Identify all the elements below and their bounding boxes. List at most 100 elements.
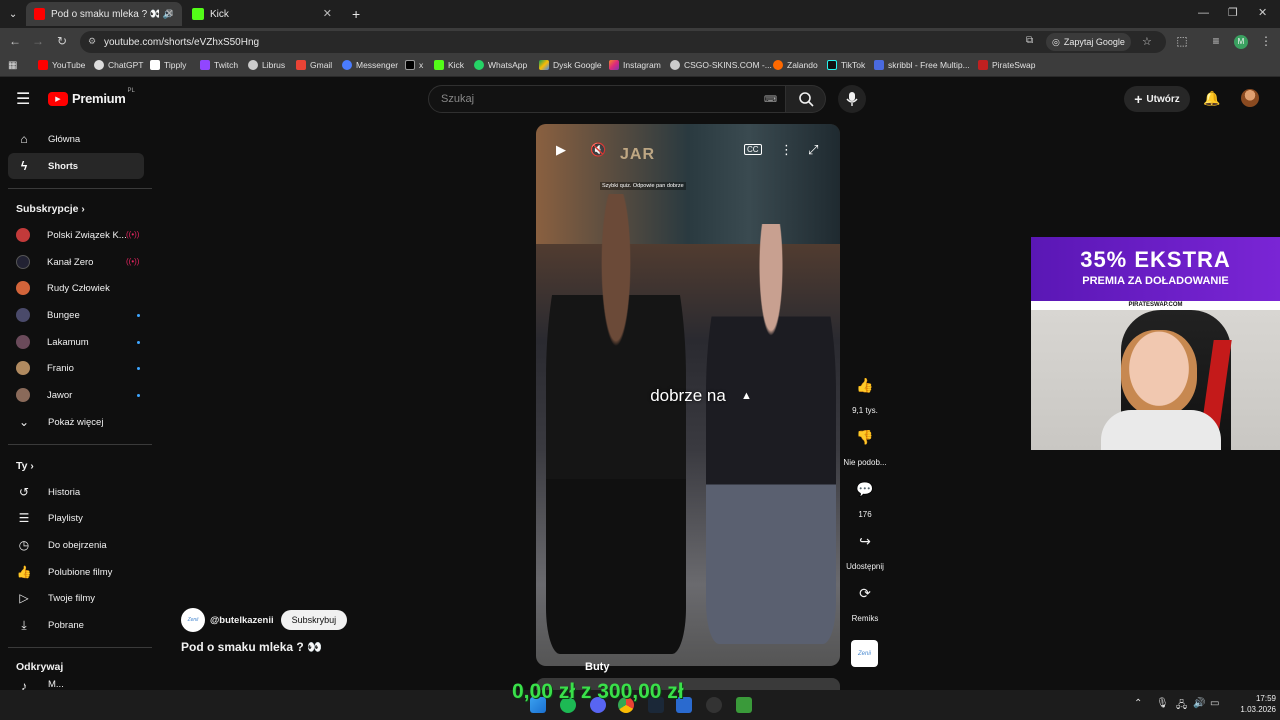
menu-dots-icon[interactable]: ⋮ — [1258, 34, 1274, 48]
bookmark-pirateswap[interactable]: PirateSwap — [978, 60, 1035, 70]
instagram-icon — [609, 60, 619, 70]
new-content-dot — [137, 394, 140, 397]
tab-youtube[interactable]: Pod o smaku mleka ? 👀 - 🔊 ✕ — [26, 2, 182, 26]
bookmark-librus[interactable]: Librus — [248, 60, 285, 70]
bookmark-twitch[interactable]: Twitch — [200, 60, 238, 70]
media-icon[interactable]: ≡ — [1208, 34, 1224, 48]
youtube-logo[interactable]: ▶ Premium PL — [48, 88, 135, 106]
promo-headline-text: 35% EKSTRA — [1080, 247, 1231, 272]
volume-icon[interactable]: 🔊 — [1193, 698, 1205, 709]
sidebar-sub-jawor[interactable]: Jawor — [8, 382, 144, 408]
close-tab-icon[interactable]: ✕ — [165, 7, 174, 20]
subscriptions-heading[interactable]: Subskrypcje › — [16, 203, 85, 215]
account-avatar[interactable] — [1241, 89, 1259, 107]
address-bar[interactable]: ⚙ youtube.com/shorts/eVZhxS50Hng ⧉ ◎ Zap… — [80, 31, 1166, 53]
search-button[interactable] — [786, 85, 826, 113]
captions-icon[interactable]: CC — [744, 144, 762, 155]
fullscreen-icon[interactable]: ⤢ — [808, 142, 818, 158]
bookmark-tipply[interactable]: Tipply — [150, 60, 186, 70]
globe-icon — [248, 60, 258, 70]
bookmark-youtube[interactable]: YouTube — [38, 60, 85, 70]
remix-icon: ⟳ — [859, 584, 871, 601]
sound-thumbnail[interactable]: Zenii — [851, 640, 878, 667]
close-window-icon[interactable]: ✕ — [1258, 6, 1267, 19]
network-icon[interactable]: 🖧 — [1176, 698, 1187, 715]
microphone-tray-icon[interactable]: 🎙 — [1156, 698, 1169, 709]
bookmark-gmail[interactable]: Gmail — [296, 60, 332, 70]
sidebar-sub-bungee[interactable]: Bungee — [8, 302, 144, 328]
extensions-icon[interactable]: ⬚ — [1174, 34, 1190, 48]
channel-avatar[interactable]: Zenii — [181, 608, 205, 632]
dislike-button[interactable]: 👎 Nie podob... — [842, 420, 888, 468]
bookmark-zalando[interactable]: Zalando — [773, 60, 818, 70]
bookmark-instagram[interactable]: Instagram — [609, 60, 661, 70]
sidebar-item-history[interactable]: ↺ Historia — [8, 479, 144, 505]
you-heading[interactable]: Ty › — [16, 460, 34, 472]
profile-avatar[interactable]: M — [1234, 35, 1248, 49]
share-button[interactable]: ↪ Udostępnij — [842, 524, 888, 572]
sidebar-item-watch-later[interactable]: ◷ Do obejrzenia — [8, 532, 144, 558]
volume-muted-icon[interactable]: 🔇 — [590, 142, 606, 158]
tab-kick[interactable]: Kick ✕ — [184, 2, 340, 26]
like-button[interactable]: 👍 9,1 tys. — [846, 368, 884, 416]
notifications-bell-icon[interactable]: 🔔 — [1203, 90, 1220, 107]
share-icon: ↪ — [859, 532, 871, 549]
apps-grid-icon[interactable]: ▦ — [8, 60, 17, 71]
shorts-video-player[interactable]: JAR ▶ 🔇 CC ⋮ ⤢ Szybki quiz. Odpowie pan … — [536, 124, 840, 666]
sidebar-item-home[interactable]: ⌂ Główna — [8, 126, 144, 152]
forward-icon[interactable]: → — [30, 34, 46, 48]
site-info-icon[interactable]: ⚙ — [88, 36, 96, 47]
keyboard-icon[interactable]: ⌨ — [764, 94, 777, 105]
channel-handle[interactable]: @butelkazenii — [210, 615, 274, 626]
create-label: Utwórz — [1146, 93, 1180, 105]
bookmark-star-icon[interactable]: ☆ — [1142, 35, 1152, 48]
bookmark-whatsapp[interactable]: WhatsApp — [474, 60, 527, 70]
sidebar-item-downloads[interactable]: ⤓ Pobrane — [8, 612, 144, 638]
back-icon[interactable]: ← — [7, 34, 23, 48]
bookmark-skribbl[interactable]: skribbl - Free Multip... — [874, 60, 970, 70]
sidebar-item-shorts[interactable]: ϟ Shorts — [8, 153, 144, 179]
sidebar-item-playlists[interactable]: ☰ Playlisty — [8, 505, 144, 531]
sidebar-sub-lakamum[interactable]: Lakamum — [8, 329, 144, 355]
nvidia-icon[interactable] — [736, 697, 752, 713]
bookmark-kick[interactable]: Kick — [434, 60, 464, 70]
sidebar-item-label: Rudy Człowiek — [47, 282, 110, 294]
remix-button[interactable]: ⟳ Remiks — [846, 576, 884, 624]
more-options-icon[interactable]: ⋮ — [780, 142, 793, 158]
bookmark-x[interactable]: x — [405, 60, 423, 70]
create-button[interactable]: + Utwórz — [1124, 86, 1190, 112]
reload-icon[interactable]: ↻ — [54, 34, 70, 48]
sidebar-sub-franio[interactable]: Franio — [8, 355, 144, 381]
obs-icon[interactable] — [706, 697, 722, 713]
cast-icon[interactable]: ⧉ — [1026, 35, 1033, 46]
new-tab-button[interactable]: + — [344, 2, 364, 26]
bookmark-csgo-skins[interactable]: CSGO-SKINS.COM -... — [670, 60, 772, 70]
comments-button[interactable]: 💬 176 — [846, 472, 884, 520]
sidebar-sub-rudy-czlowiek[interactable]: Rudy Człowiek — [8, 275, 144, 301]
close-tab-icon[interactable]: ✕ — [323, 7, 332, 20]
chevron-down-icon: ⌄ — [18, 415, 30, 429]
search-input[interactable]: Szukaj ⌨ — [428, 85, 786, 113]
clock[interactable]: 17:59 1.03.2026 — [1228, 693, 1276, 715]
maximize-icon[interactable]: ❐ — [1228, 6, 1238, 19]
hamburger-menu-icon[interactable]: ☰ — [16, 89, 30, 109]
bookmark-tiktok[interactable]: TikTok — [827, 60, 865, 70]
chevron-up-icon[interactable]: ⌃ — [1134, 698, 1142, 709]
subscribe-button[interactable]: Subskrybuj — [280, 610, 348, 630]
sidebar-sub-kanal-zero[interactable]: Kanał Zero ((•)) — [8, 249, 144, 275]
sidebar-item-liked[interactable]: 👍 Polubione filmy — [8, 559, 144, 585]
battery-icon[interactable]: ▭ — [1210, 698, 1219, 709]
sidebar-item-your-videos[interactable]: ▷ Twoje filmy — [8, 585, 144, 611]
sidebar-sub-polski-zwiazek[interactable]: Polski Związek K... ((•)) — [8, 222, 144, 248]
voice-search-button[interactable] — [838, 85, 866, 113]
tab-search-button[interactable]: ⌄ — [4, 2, 22, 26]
play-icon[interactable]: ▶ — [556, 142, 566, 158]
bookmark-messenger[interactable]: Messenger — [342, 60, 398, 70]
minimize-icon[interactable]: — — [1198, 7, 1209, 19]
ask-google-button[interactable]: ◎ Zapytaj Google — [1046, 33, 1131, 51]
sidebar-item-explore-partial[interactable]: ♪ M... — [8, 679, 144, 690]
bookmark-drive[interactable]: Dysk Google — [539, 60, 602, 70]
bookmark-chatgpt[interactable]: ChatGPT — [94, 60, 143, 70]
sidebar-show-more[interactable]: ⌄ Pokaż więcej — [8, 409, 144, 435]
sound-thumbnail-text: Zenii — [857, 650, 871, 657]
